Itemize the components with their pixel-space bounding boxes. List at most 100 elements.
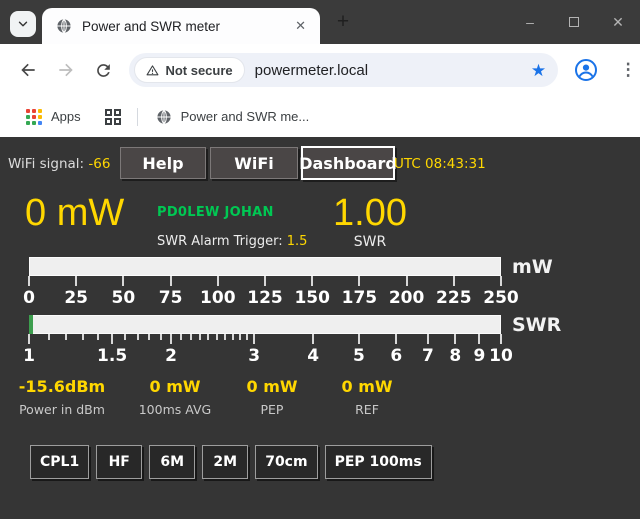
readout-label: REF (307, 402, 427, 417)
meter-tick (311, 276, 313, 286)
swr-meter-unit: SWR (512, 314, 561, 336)
forward-arrow-icon (56, 60, 76, 80)
meter-tick (454, 334, 456, 344)
power-meter-bar (29, 257, 501, 276)
meter-scale-label: 150 (294, 288, 330, 308)
power-meter-scale: 0255075100125150175200225250 (29, 288, 501, 308)
meter-scale-label: 100 (200, 288, 236, 308)
swr-meter: 11.52345678910 (29, 315, 501, 366)
meter-tick (312, 334, 314, 344)
chevron-down-icon (16, 17, 30, 31)
window-controls: – ✕ (508, 0, 640, 44)
new-tab-button[interactable]: + (330, 10, 356, 36)
back-arrow-icon (18, 60, 38, 80)
meter-scale-label: 175 (342, 288, 378, 308)
power-meter-ticks (29, 276, 501, 287)
meter-tick (180, 334, 182, 340)
back-button[interactable] (16, 58, 40, 82)
tab-search-button[interactable] (10, 11, 36, 37)
reload-button[interactable] (92, 58, 116, 82)
meter-tick (500, 334, 502, 344)
swr-meter-ticks (29, 334, 501, 345)
bookmarks-divider (137, 108, 138, 126)
meter-tick (395, 334, 397, 344)
meter-scale-label: 250 (483, 288, 519, 308)
meter-scale-label: 25 (64, 288, 88, 308)
band-button-hf[interactable]: HF (96, 445, 142, 479)
wifi-signal: WiFi signal: -66 (8, 156, 110, 172)
tab-close-icon[interactable]: ✕ (291, 16, 310, 36)
meter-tick (207, 334, 209, 340)
meter-scale-label: 225 (436, 288, 472, 308)
meter-tick (160, 334, 162, 340)
callsign: PD0LEW JOHAN (157, 205, 274, 220)
meter-tick (28, 276, 30, 286)
readout-ref: 0 mW REF (307, 377, 427, 417)
url-text[interactable]: powermeter.local (255, 62, 531, 79)
meter-scale-label: 125 (247, 288, 283, 308)
power-value-display: 0 mW (25, 194, 124, 232)
globe-favicon-icon (56, 18, 72, 34)
meter-tick (478, 334, 480, 344)
meter-tick (122, 276, 124, 286)
readout-dbm: -15.6dBm Power in dBm (2, 377, 122, 417)
band-button-cpl1[interactable]: CPL1 (30, 445, 89, 479)
meter-tick (453, 276, 455, 286)
meter-tick (217, 276, 219, 286)
meter-scale-label: 3 (248, 346, 260, 366)
band-button-pep-100ms[interactable]: PEP 100ms (325, 445, 432, 479)
tab-title: Power and SWR meter (82, 19, 291, 34)
browser-menu-button[interactable]: ⋮ (616, 60, 640, 80)
profile-icon (574, 58, 598, 82)
swr-alarm-label: SWR Alarm Trigger: (157, 234, 283, 249)
apps-label[interactable]: Apps (51, 109, 81, 124)
band-button-2m[interactable]: 2M (202, 445, 248, 479)
swr-display-label: SWR (330, 234, 410, 250)
dashboard-button[interactable]: Dashboard (301, 146, 395, 180)
close-window-button[interactable]: ✕ (596, 0, 640, 44)
meter-scale-label: 9 (473, 346, 485, 366)
meter-tick (406, 276, 408, 286)
tab-strip: Power and SWR meter ✕ + – ✕ (0, 0, 640, 44)
wifi-button[interactable]: WiFi (210, 147, 298, 179)
band-button-6m[interactable]: 6M (149, 445, 195, 479)
bookmark-globe-icon (156, 109, 172, 125)
meter-tick (199, 334, 201, 340)
meter-tick (28, 334, 30, 344)
security-chip[interactable]: Not secure (134, 57, 244, 83)
meter-tick (111, 334, 113, 344)
forward-button[interactable] (54, 58, 78, 82)
meter-tick (224, 334, 226, 340)
meter-scale-label: 75 (159, 288, 183, 308)
browser-tab[interactable]: Power and SWR meter ✕ (42, 8, 320, 44)
wifi-signal-label: WiFi signal: (8, 156, 84, 172)
meter-scale-label: 50 (112, 288, 136, 308)
meter-tick (75, 276, 77, 286)
meter-scale-label: 5 (353, 346, 365, 366)
meter-tick (137, 334, 139, 340)
meter-scale-label: 10 (489, 346, 513, 366)
profile-button[interactable] (574, 58, 598, 82)
warning-triangle-icon (146, 64, 159, 77)
band-button-70cm[interactable]: 70cm (255, 445, 317, 479)
meter-tick (170, 276, 172, 286)
squares-grid-icon[interactable] (105, 109, 121, 125)
meter-tick (427, 334, 429, 344)
address-bar[interactable]: Not secure powermeter.local ★ (129, 53, 558, 87)
meter-tick (148, 334, 150, 340)
apps-grid-icon[interactable] (26, 109, 42, 125)
readout-label: Power in dBm (2, 402, 122, 417)
browser-window: Power and SWR meter ✕ + – ✕ Not secure p… (0, 0, 640, 519)
maximize-button[interactable] (552, 0, 596, 44)
reload-icon (94, 61, 113, 80)
minimize-button[interactable]: – (508, 0, 552, 44)
power-meter: 0255075100125150175200225250 (29, 257, 501, 308)
utc-clock: UTC 08:43:31 (394, 156, 486, 172)
meter-scale-label: 0 (23, 288, 35, 308)
meter-scale-label: 1 (23, 346, 35, 366)
wifi-signal-value: -66 (88, 156, 110, 172)
help-button[interactable]: Help (120, 147, 206, 179)
meter-tick (246, 334, 248, 340)
bookmark-star-icon[interactable]: ★ (531, 62, 546, 79)
bookmark-item[interactable]: Power and SWR me... (181, 109, 310, 124)
